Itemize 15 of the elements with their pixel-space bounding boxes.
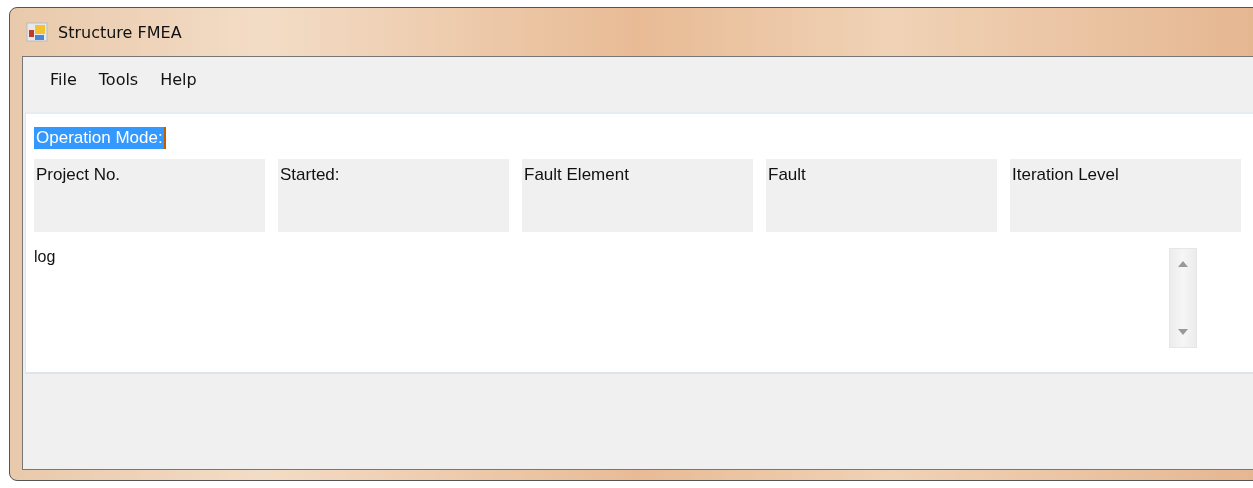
operation-mode-label: Operation Mode: <box>34 127 166 149</box>
scrollbar[interactable] <box>1169 248 1197 348</box>
scroll-up-icon[interactable] <box>1178 261 1188 267</box>
info-field: Fault Element <box>522 159 753 232</box>
menu-item[interactable]: Help <box>149 67 208 91</box>
info-field: Iteration Level <box>1010 159 1241 232</box>
menu-item[interactable]: File <box>39 67 88 91</box>
window-title: Structure FMEA <box>58 22 182 42</box>
info-field: Fault <box>766 159 997 232</box>
info-field: Started: <box>278 159 509 232</box>
menu-item[interactable]: Tools <box>87 67 150 91</box>
app-icon <box>26 22 48 42</box>
scroll-down-icon[interactable] <box>1178 329 1188 335</box>
info-field: Project No. <box>34 159 265 232</box>
log-text: log <box>34 248 56 266</box>
